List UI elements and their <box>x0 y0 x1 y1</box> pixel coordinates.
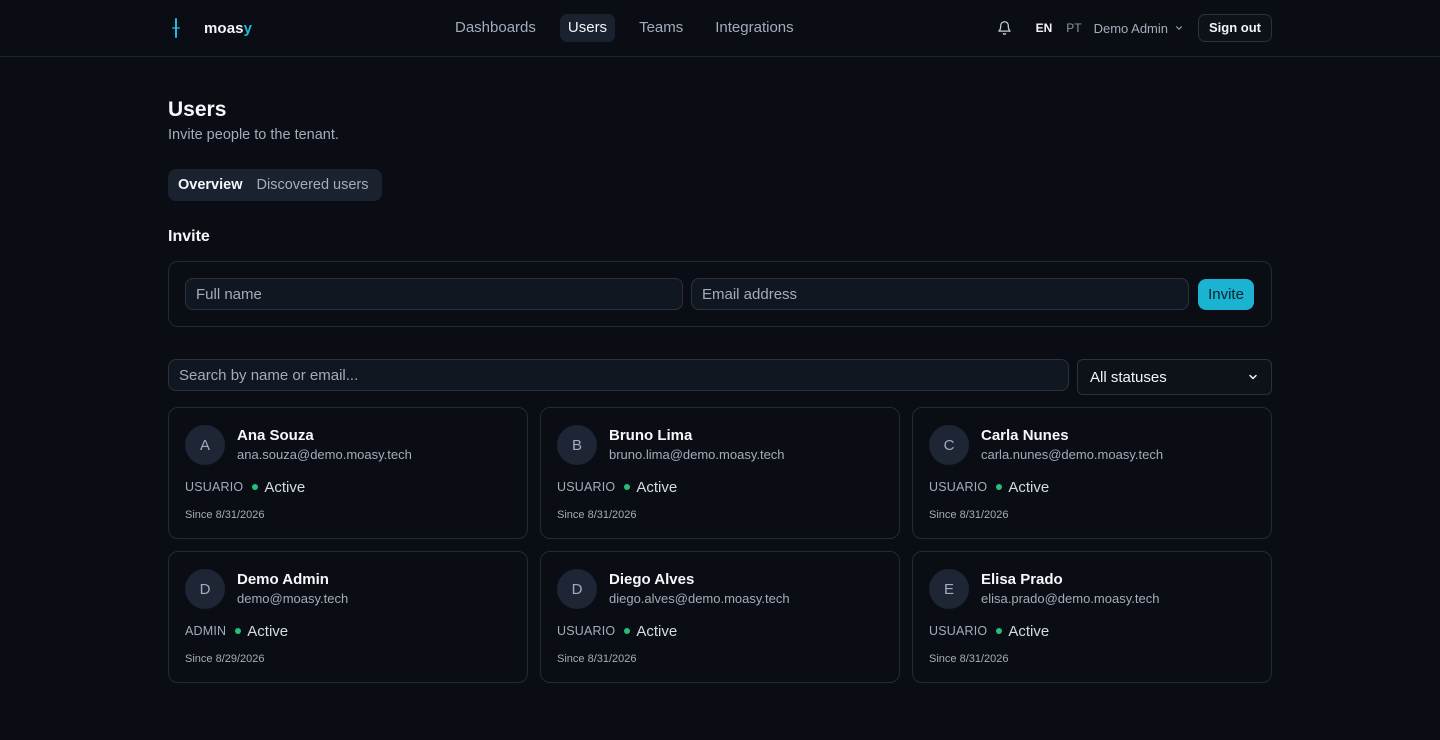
user-status: Active <box>264 478 306 496</box>
status-filter-value: All statuses <box>1090 368 1167 386</box>
page-title: Users <box>168 98 227 121</box>
user-email: elisa.prado@demo.moasy.tech <box>981 591 1160 606</box>
user-status: Active <box>636 478 678 496</box>
user-name: Bruno Lima <box>609 427 693 444</box>
user-meta: USUARIO Active <box>557 477 677 497</box>
page-subtitle: Invite people to the tenant. <box>168 127 339 143</box>
user-meta: ADMIN Active <box>185 621 288 641</box>
chevron-down-icon <box>1175 26 1183 30</box>
status-dot-icon <box>996 628 1003 634</box>
header-actions: EN PT Demo Admin Sign out <box>996 14 1272 42</box>
user-since: Since 8/31/2026 <box>557 653 637 665</box>
user-name: Carla Nunes <box>981 427 1069 444</box>
user-meta: USUARIO Active <box>929 477 1049 497</box>
user-email: ana.souza@demo.moasy.tech <box>237 447 412 462</box>
user-role: USUARIO <box>185 480 244 494</box>
user-since: Since 8/31/2026 <box>557 509 637 521</box>
nav-teams[interactable]: Teams <box>631 14 691 42</box>
user-email: demo@moasy.tech <box>237 591 349 606</box>
user-status: Active <box>636 622 678 640</box>
brand-name: moasy <box>204 19 253 37</box>
search-input[interactable] <box>168 359 1069 391</box>
status-dot-icon <box>235 628 242 634</box>
nav-dashboards[interactable]: Dashboards <box>447 14 544 42</box>
status-filter-select[interactable]: All statuses <box>1077 359 1272 395</box>
top-bar: moasy Dashboards Users Teams Integration… <box>0 0 1440 57</box>
invite-form: Invite <box>168 261 1272 327</box>
tab-overview[interactable]: Overview <box>178 177 243 193</box>
user-status: Active <box>1008 622 1050 640</box>
email-input[interactable] <box>691 278 1189 310</box>
avatar: A <box>185 425 225 465</box>
user-menu[interactable]: Demo Admin <box>1094 21 1184 36</box>
status-dot-icon <box>624 628 631 634</box>
language-pt[interactable]: PT <box>1066 21 1081 35</box>
user-name: Ana Souza <box>237 427 314 444</box>
user-email: diego.alves@demo.moasy.tech <box>609 591 790 606</box>
sign-out-button[interactable]: Sign out <box>1198 14 1272 42</box>
invite-section-title: Invite <box>168 228 210 245</box>
user-email: carla.nunes@demo.moasy.tech <box>981 447 1164 462</box>
user-email: bruno.lima@demo.moasy.tech <box>609 447 785 462</box>
user-meta: USUARIO Active <box>185 477 305 497</box>
invite-button[interactable]: Invite <box>1198 279 1254 310</box>
tab-bar: Overview Discovered users <box>168 169 382 201</box>
user-status: Active <box>247 622 289 640</box>
user-card[interactable]: C Carla Nunes carla.nunes@demo.moasy.tec… <box>912 407 1272 539</box>
status-dot-icon <box>252 484 259 490</box>
user-since: Since 8/31/2026 <box>929 509 1009 521</box>
avatar: B <box>557 425 597 465</box>
nav-integrations[interactable]: Integrations <box>707 14 801 42</box>
user-meta: USUARIO Active <box>929 621 1049 641</box>
full-name-input[interactable] <box>185 278 683 310</box>
avatar: E <box>929 569 969 609</box>
bell-icon[interactable] <box>996 19 1014 37</box>
user-menu-label: Demo Admin <box>1093 20 1168 36</box>
user-name: Elisa Prado <box>981 571 1063 588</box>
user-card[interactable]: D Demo Admin demo@moasy.tech ADMIN Activ… <box>168 551 528 683</box>
user-meta: USUARIO Active <box>557 621 677 641</box>
user-since: Since 8/31/2026 <box>929 653 1009 665</box>
avatar: C <box>929 425 969 465</box>
user-since: Since 8/29/2026 <box>185 653 265 665</box>
status-dot-icon <box>624 484 631 490</box>
avatar: D <box>185 569 225 609</box>
brand-logo[interactable]: moasy <box>168 16 252 40</box>
language-en[interactable]: EN <box>1036 21 1053 35</box>
user-role: USUARIO <box>557 480 616 494</box>
user-card[interactable]: D Diego Alves diego.alves@demo.moasy.tec… <box>540 551 900 683</box>
status-dot-icon <box>996 484 1003 490</box>
logo-mark-icon <box>168 16 184 40</box>
user-role: USUARIO <box>557 624 616 638</box>
user-since: Since 8/31/2026 <box>185 509 265 521</box>
main-nav: Dashboards Users Teams Integrations <box>447 14 802 42</box>
user-card[interactable]: B Bruno Lima bruno.lima@demo.moasy.tech … <box>540 407 900 539</box>
user-card[interactable]: A Ana Souza ana.souza@demo.moasy.tech US… <box>168 407 528 539</box>
user-card[interactable]: E Elisa Prado elisa.prado@demo.moasy.tec… <box>912 551 1272 683</box>
user-name: Demo Admin <box>237 571 329 588</box>
user-role: ADMIN <box>185 624 227 638</box>
user-name: Diego Alves <box>609 571 695 588</box>
chevron-down-icon <box>1249 374 1257 380</box>
user-status: Active <box>1008 478 1050 496</box>
avatar: D <box>557 569 597 609</box>
nav-users[interactable]: Users <box>559 14 616 42</box>
tab-discovered-users[interactable]: Discovered users <box>257 177 369 193</box>
user-role: USUARIO <box>929 624 988 638</box>
user-role: USUARIO <box>929 480 988 494</box>
